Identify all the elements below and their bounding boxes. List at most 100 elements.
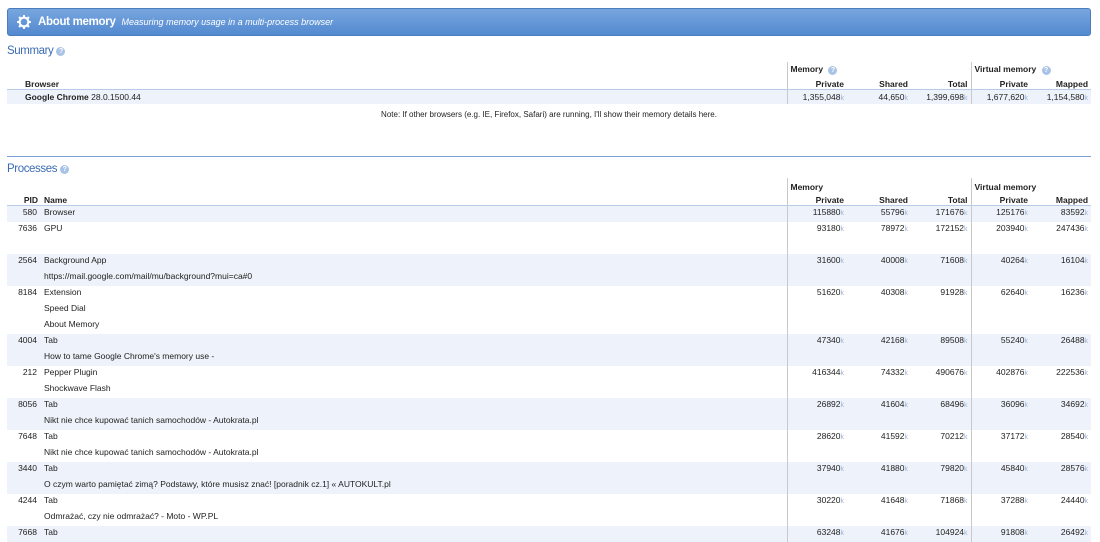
page-subtitle: Measuring memory usage in a multi-proces… (121, 17, 334, 27)
gear-icon (17, 15, 31, 29)
cell-private (786, 302, 847, 318)
section-divider (7, 156, 1091, 157)
cell-private (786, 238, 847, 254)
process-name: Tab (44, 495, 58, 505)
cell-private: 31600k (786, 254, 847, 270)
cell-mapped (1031, 478, 1091, 494)
process-name: About Memory (44, 319, 100, 329)
cell-mapped: 28540k (1060, 431, 1089, 441)
process-pid (7, 446, 41, 462)
process-name: Odmrażać, czy nie odmrażać? - Moto - WP.… (44, 511, 219, 521)
process-name: How to tame Google Chrome's memory use - (44, 351, 215, 361)
cell-mapped (1031, 238, 1091, 254)
cell-shared: 41880k (880, 463, 908, 473)
cell-vprivate (970, 270, 1032, 286)
help-icon[interactable]: ? (1041, 66, 1051, 75)
cell-vprivate: 37288k (970, 494, 1032, 510)
col-total: Total (947, 79, 968, 89)
cell-vprivate (970, 478, 1032, 494)
process-name: https://mail.google.com/mail/mu/backgrou… (44, 271, 253, 281)
table-row: About Memory (7, 318, 1091, 334)
help-icon[interactable]: ? (56, 46, 66, 56)
help-icon[interactable]: ? (828, 66, 838, 75)
cell-total: 172152k (935, 223, 968, 233)
table-row: 3440 Tab 37940k 41880k 79820k 45840k 28576k (7, 462, 1092, 478)
cell-shared (847, 478, 911, 494)
cell-mapped (1031, 446, 1091, 462)
cell-vprivate: 40264k (970, 254, 1032, 270)
col-mapped: Mapped (1055, 195, 1089, 205)
cell-total: 71868k (940, 495, 968, 505)
cell-total (911, 302, 971, 318)
process-pid: 7636 (18, 223, 37, 233)
process-name: Shockwave Flash (44, 383, 111, 393)
cell-total (911, 446, 971, 462)
process-pid (7, 414, 41, 430)
cell-shared (847, 270, 911, 286)
process-pid (7, 238, 41, 254)
cell-total: 171676k (935, 207, 968, 217)
cell-shared: 41592k (880, 431, 908, 441)
cell-shared (847, 238, 911, 254)
process-name: Tab (44, 335, 58, 345)
table-row: Nikt nie chce kupować tanich samochodów … (7, 414, 1092, 430)
table-row: Speed Dial (7, 302, 1091, 318)
process-pid (7, 270, 41, 286)
process-name: Speed Dial (44, 303, 86, 313)
cell-shared (847, 446, 911, 462)
table-row: O czym warto pamiętać zimą? Podstawy, kt… (7, 478, 1092, 494)
cell-total: 71608k (940, 255, 968, 265)
cell-total: 68496k (940, 399, 968, 409)
cell-shared: 74332k (880, 367, 908, 377)
col-virtual-private: Private (970, 192, 1032, 206)
cell-total (911, 414, 971, 430)
process-pid (7, 382, 41, 398)
cell-shared: 41648k (880, 495, 908, 505)
col-shared: Shared (879, 195, 908, 205)
col-private: Private (786, 75, 847, 90)
cell-total: 89508k (940, 335, 968, 345)
process-pid: 8056 (18, 399, 37, 409)
col-total: Total (947, 195, 968, 205)
cell-vprivate (970, 382, 1032, 398)
cell-vprivate (970, 302, 1032, 318)
cell-private (786, 350, 847, 366)
table-row: How to tame Google Chrome's memory use - (7, 350, 1092, 366)
cell-mapped: 83592k (1060, 207, 1089, 217)
cell-mapped: 28576k (1060, 463, 1089, 473)
process-pid: 4244 (18, 495, 37, 505)
col-private: Private (786, 192, 847, 206)
cell-private (786, 382, 847, 398)
cell-mapped: 222536k (1056, 367, 1089, 377)
process-name: GPU (44, 223, 63, 233)
cell-private: 115880k (786, 205, 847, 222)
process-pid: 4004 (18, 335, 37, 345)
cell-shared (847, 302, 911, 318)
memory-group-label: Memory (790, 64, 824, 74)
cell-shared: 40308k (880, 287, 908, 297)
cell-shared (847, 414, 911, 430)
process-pid: 8184 (18, 287, 37, 297)
summary-table: Memory ? Virtual memory ? Browser Privat… (7, 62, 1092, 104)
cell-shared: 55796k (880, 207, 908, 217)
help-icon[interactable]: ? (60, 164, 70, 174)
table-row: 580 Browser 115880k 55796k 171676k 125176k 835… (7, 205, 1092, 222)
cell-shared: 78972k (880, 223, 908, 233)
memory-group-label: Memory (786, 178, 972, 192)
cell-vprivate: 203940k (970, 222, 1032, 238)
process-name: Extension (44, 287, 82, 297)
cell-shared: 40008k (880, 255, 908, 265)
table-row: Nikt nie chce kupować tanich samochodów … (7, 446, 1091, 462)
summary-title: Summary ? (7, 45, 66, 57)
page-title: About memory (38, 16, 116, 28)
process-pid (7, 318, 41, 334)
process-pid (7, 510, 41, 526)
cell-shared (847, 318, 911, 334)
virtual-memory-group-label: Virtual memory (974, 64, 1037, 74)
process-pid (7, 478, 41, 494)
table-row: 7668 Tab 63248k 41676k 104924k 91808k 26492k (7, 526, 1092, 542)
processes-table: Memory Virtual memory PID Name Private S… (7, 178, 1092, 542)
col-browser: Browser (25, 79, 60, 89)
process-pid (7, 302, 41, 318)
cell-total: 79820k (940, 463, 968, 473)
